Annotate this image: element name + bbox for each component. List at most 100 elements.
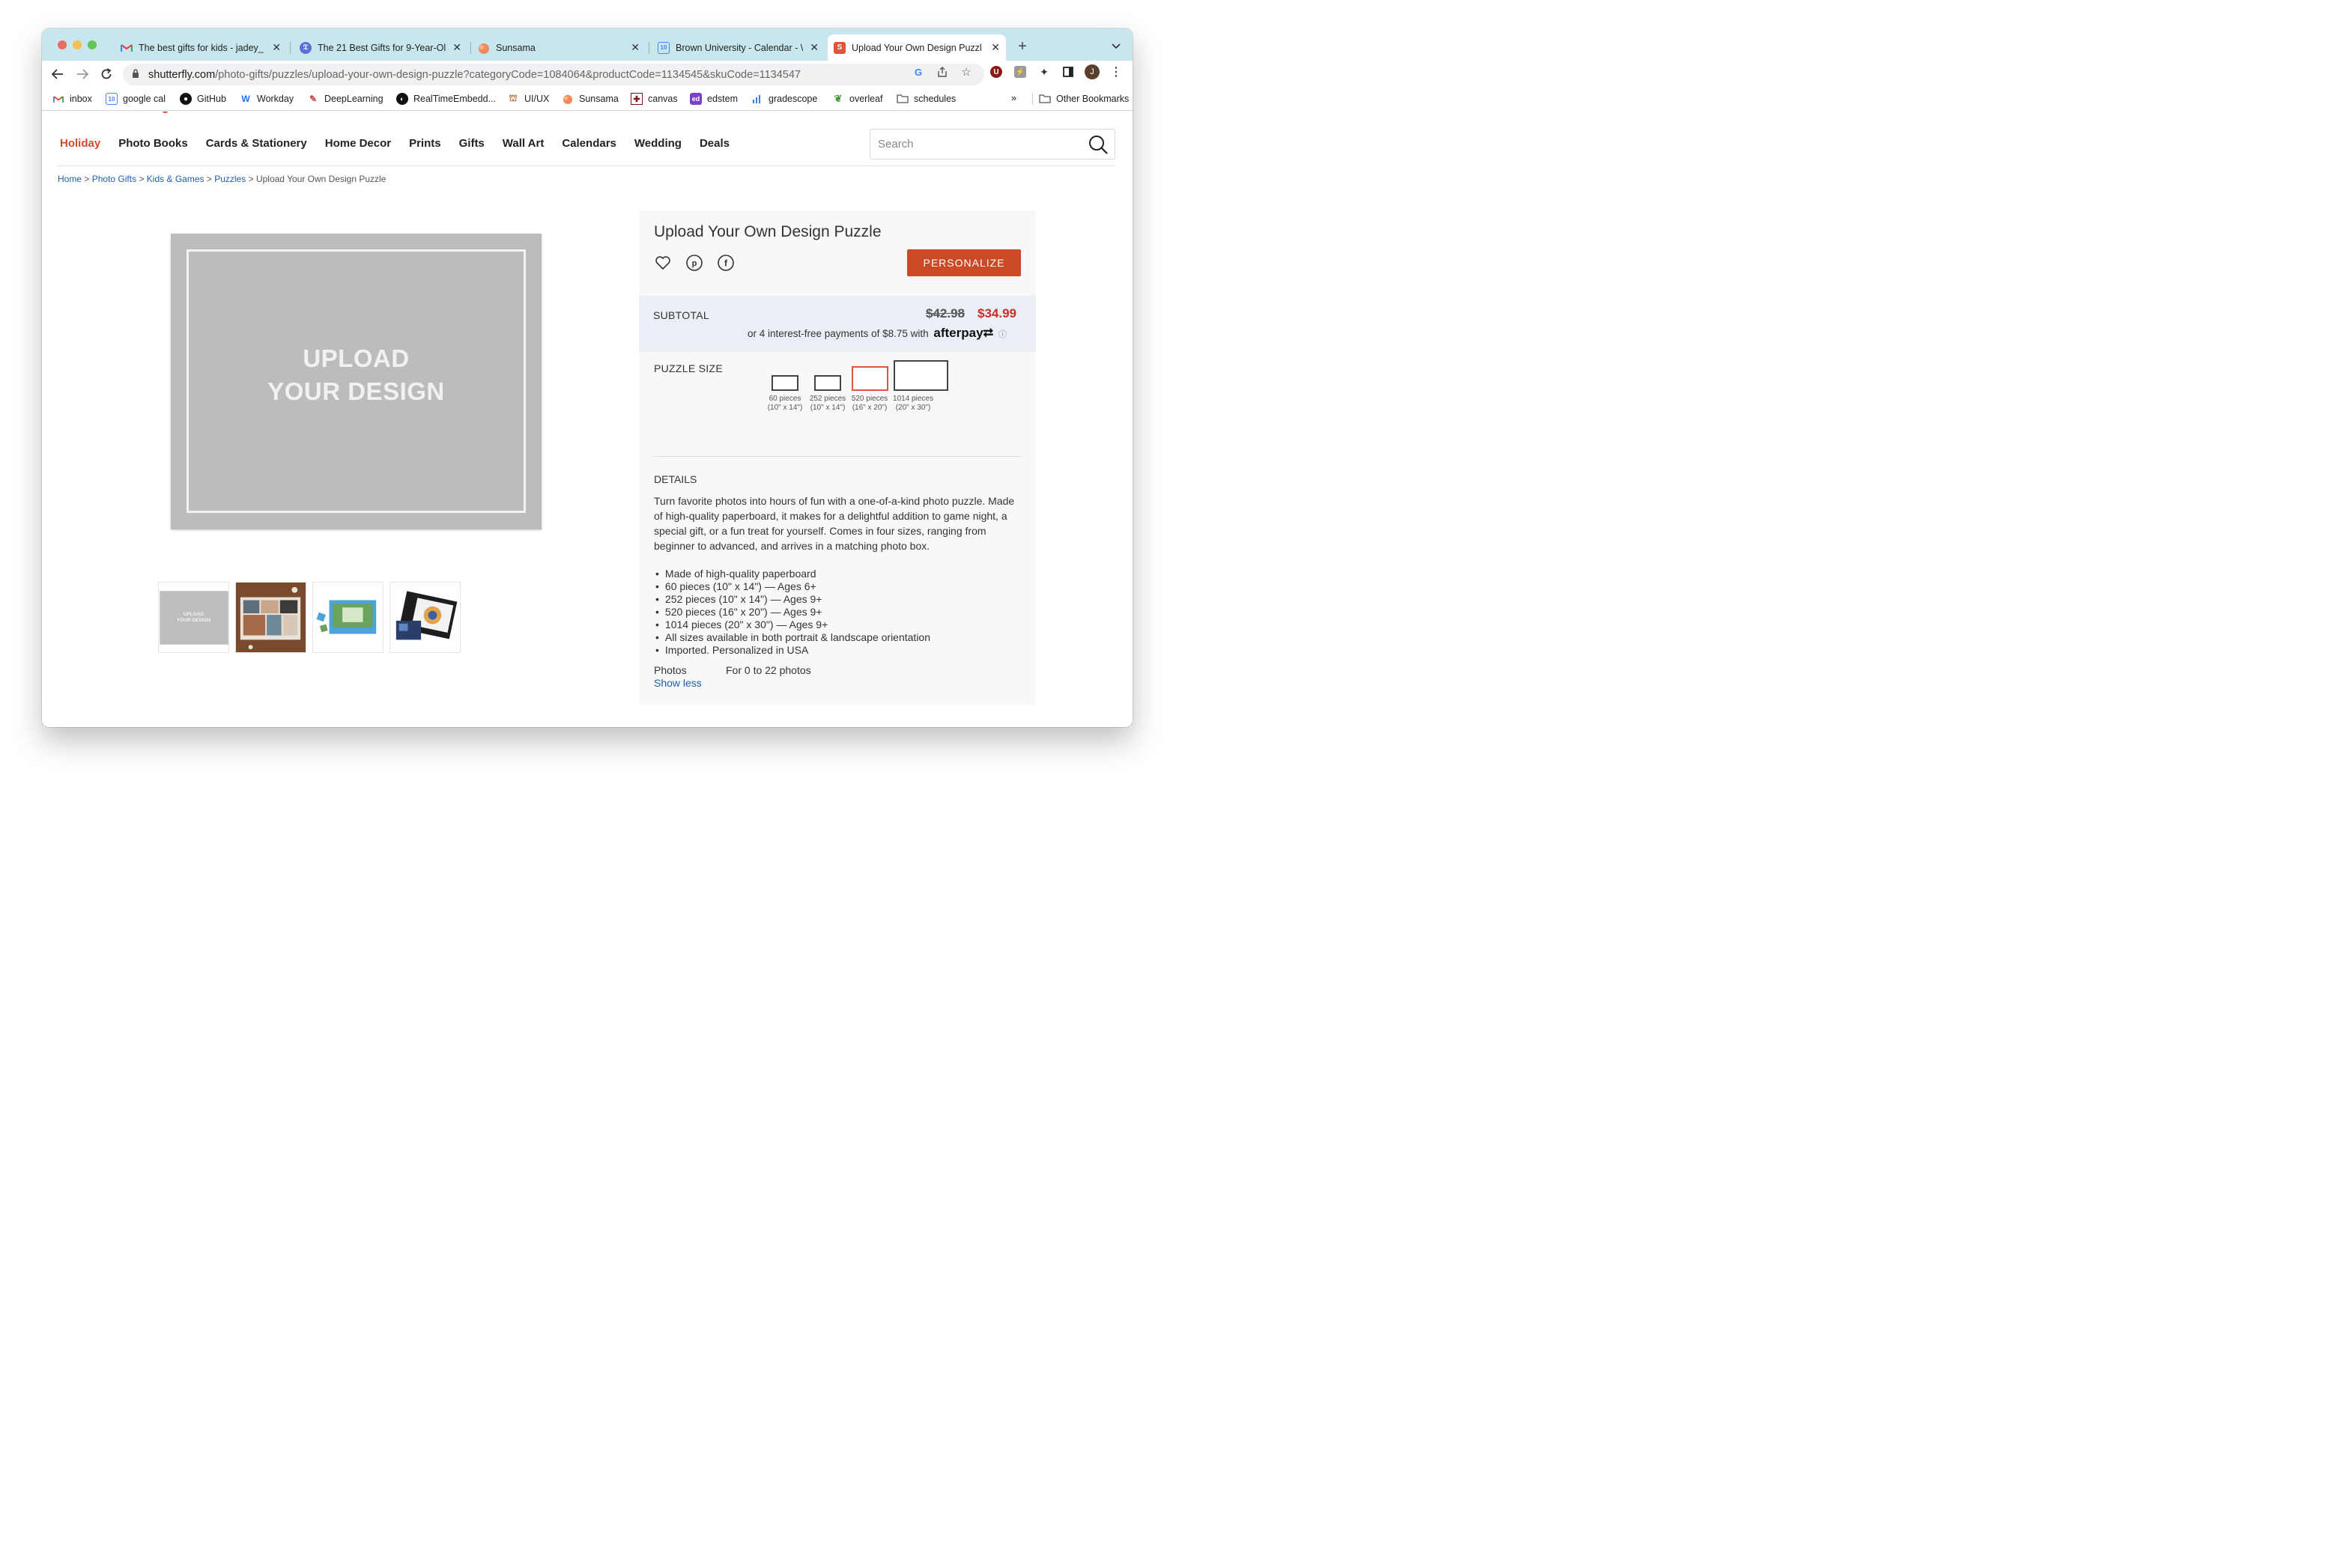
size-dims: (16" x 20") xyxy=(852,404,888,412)
extension-bolt-icon[interactable]: ⚡ xyxy=(1014,66,1026,78)
gmail-icon xyxy=(121,42,133,54)
bookmark-inbox[interactable]: inbox xyxy=(52,93,92,105)
google-translate-icon[interactable]: G xyxy=(912,66,924,78)
details-divider xyxy=(654,456,1021,457)
size-option-520[interactable] xyxy=(852,366,888,391)
bookmark-google-cal[interactable]: 10 google cal xyxy=(106,93,166,105)
breadcrumb-separator: > xyxy=(206,174,212,184)
sunsama-icon xyxy=(478,42,490,54)
subtotal-label: SUBTOTAL xyxy=(653,309,710,321)
breadcrumb-photo-gifts[interactable]: Photo Gifts xyxy=(92,174,136,184)
nav-gifts[interactable]: Gifts xyxy=(459,137,485,150)
bookmark-label: gradescope xyxy=(769,94,818,104)
bookmark-label: Sunsama xyxy=(579,94,619,104)
facebook-icon[interactable]: f xyxy=(717,254,735,272)
breadcrumb-separator: > xyxy=(248,174,254,184)
bookmarks-overflow-button[interactable]: » xyxy=(1011,93,1016,103)
side-panel-icon[interactable] xyxy=(1062,66,1074,78)
bookmark-sunsama[interactable]: Sunsama xyxy=(562,93,619,105)
search-input[interactable]: Search xyxy=(870,129,1115,159)
thumbnail-puzzle-pieces[interactable] xyxy=(312,582,384,653)
breadcrumb-separator: > xyxy=(139,174,145,184)
breadcrumb-puzzles[interactable]: Puzzles xyxy=(214,174,246,184)
main-nav: Holiday Photo Books Cards & Stationery H… xyxy=(60,137,748,150)
bookmark-github[interactable]: ● GitHub xyxy=(180,93,226,105)
thumbnail-lifestyle[interactable] xyxy=(235,582,306,653)
bookmark-edstem[interactable]: ed edstem xyxy=(690,93,738,105)
personalize-button[interactable]: PERSONALIZE xyxy=(907,249,1021,276)
edstem-icon: ed xyxy=(690,93,702,105)
close-tab-icon[interactable]: ✕ xyxy=(810,41,819,54)
address-bar[interactable]: shutterfly.com/photo-gifts/puzzles/uploa… xyxy=(123,64,984,85)
tab-search-chevron-icon[interactable] xyxy=(1107,37,1125,55)
nav-wall-art[interactable]: Wall Art xyxy=(503,137,545,150)
bookmark-canvas[interactable]: ✚ canvas xyxy=(631,93,678,105)
nav-prints[interactable]: Prints xyxy=(409,137,441,150)
sunsama-icon xyxy=(562,93,574,105)
tab-title: The 21 Best Gifts for 9-Year-Ol xyxy=(318,42,446,53)
info-icon[interactable]: ⓘ xyxy=(998,330,1007,339)
nav-deals[interactable]: Deals xyxy=(700,137,730,150)
bookmark-realtimeembedd[interactable]: ◐ RealTimeEmbedd... xyxy=(396,93,496,105)
tab-sunsama[interactable]: Sunsama ✕ xyxy=(472,34,646,61)
nav-wedding[interactable]: Wedding xyxy=(634,137,682,150)
product-title: Upload Your Own Design Puzzle xyxy=(654,223,882,240)
product-hero-image[interactable]: UPLOAD YOUR DESIGN xyxy=(171,234,542,529)
canvas-shield-icon: ✚ xyxy=(631,93,643,105)
menu-kebab-icon[interactable]: ⋮ xyxy=(1110,66,1122,79)
tab-calendar[interactable]: 10 Brown University - Calendar - \ ✕ xyxy=(652,34,825,61)
show-less-link[interactable]: Show less xyxy=(654,677,702,689)
bookmark-star-icon[interactable]: ☆ xyxy=(960,66,972,79)
maximize-window-button[interactable] xyxy=(88,40,97,49)
new-tab-button[interactable]: + xyxy=(1013,37,1031,55)
extensions-puzzle-icon[interactable]: ✦ xyxy=(1038,66,1050,78)
search-icon[interactable] xyxy=(1088,134,1109,155)
nav-home-decor[interactable]: Home Decor xyxy=(325,137,391,150)
tab-nyt[interactable]: 𝔗 The 21 Best Gifts for 9-Year-Ol ✕ xyxy=(294,34,467,61)
bookmark-schedules[interactable]: schedules xyxy=(897,93,956,105)
bookmark-uiux[interactable]: ⛫ UI/UX xyxy=(507,93,549,105)
product-actions: p f xyxy=(654,254,748,272)
bookmark-label: overleaf xyxy=(849,94,883,104)
thumbnail-boxed-puzzle[interactable] xyxy=(390,582,461,653)
share-icon[interactable] xyxy=(936,66,948,78)
bookmark-overleaf[interactable]: ❦ overleaf xyxy=(832,93,883,105)
extension-u-icon[interactable]: U xyxy=(990,66,1002,78)
nav-photo-books[interactable]: Photo Books xyxy=(118,137,188,150)
thumbnail-upload-design[interactable]: UPLOAD YOUR DESIGN xyxy=(158,582,229,653)
profile-avatar[interactable]: J xyxy=(1085,64,1100,79)
tab-shutterfly[interactable]: S Upload Your Own Design Puzzl ✕ xyxy=(828,34,1006,61)
pinterest-icon[interactable]: p xyxy=(685,254,703,272)
tab-title: Brown University - Calendar - \ xyxy=(676,42,804,53)
tab-gmail[interactable]: The best gifts for kids - jadey_ ✕ xyxy=(115,34,287,61)
back-button[interactable] xyxy=(49,65,67,83)
close-tab-icon[interactable]: ✕ xyxy=(452,41,461,54)
bookmark-deeplearning[interactable]: ✎ DeepLearning xyxy=(307,93,384,105)
bookmark-label: canvas xyxy=(648,94,678,104)
hero-text-line: UPLOAD xyxy=(303,344,410,372)
nav-cards-stationery[interactable]: Cards & Stationery xyxy=(206,137,307,150)
size-option-60[interactable] xyxy=(772,375,798,391)
bookmark-gradescope[interactable]: gradescope xyxy=(751,93,817,105)
close-window-button[interactable] xyxy=(58,40,67,49)
heart-icon[interactable] xyxy=(654,254,672,272)
forward-button[interactable] xyxy=(73,65,91,83)
nyt-icon: 𝔗 xyxy=(300,41,312,54)
bookmark-label: Other Bookmarks xyxy=(1056,94,1130,104)
close-tab-icon[interactable]: ✕ xyxy=(631,41,640,54)
nav-holiday[interactable]: Holiday xyxy=(60,137,100,150)
puzzle-box-image xyxy=(390,583,460,652)
other-bookmarks[interactable]: Other Bookmarks xyxy=(1032,93,1129,105)
breadcrumb-home[interactable]: Home xyxy=(58,174,82,184)
close-tab-icon[interactable]: ✕ xyxy=(991,41,1000,54)
size-option-1014[interactable] xyxy=(894,360,948,391)
bookmark-workday[interactable]: W Workday xyxy=(240,93,294,105)
nav-calendars[interactable]: Calendars xyxy=(562,137,616,150)
size-option-252[interactable] xyxy=(814,375,841,391)
reload-button[interactable] xyxy=(97,65,115,83)
breadcrumb-kids-games[interactable]: Kids & Games xyxy=(147,174,204,184)
close-tab-icon[interactable]: ✕ xyxy=(272,41,281,54)
product-panel: Upload Your Own Design Puzzle p f PERSON… xyxy=(639,210,1036,705)
minimize-window-button[interactable] xyxy=(73,40,82,49)
browser-window: The best gifts for kids - jadey_ ✕ 𝔗 The… xyxy=(42,28,1133,727)
